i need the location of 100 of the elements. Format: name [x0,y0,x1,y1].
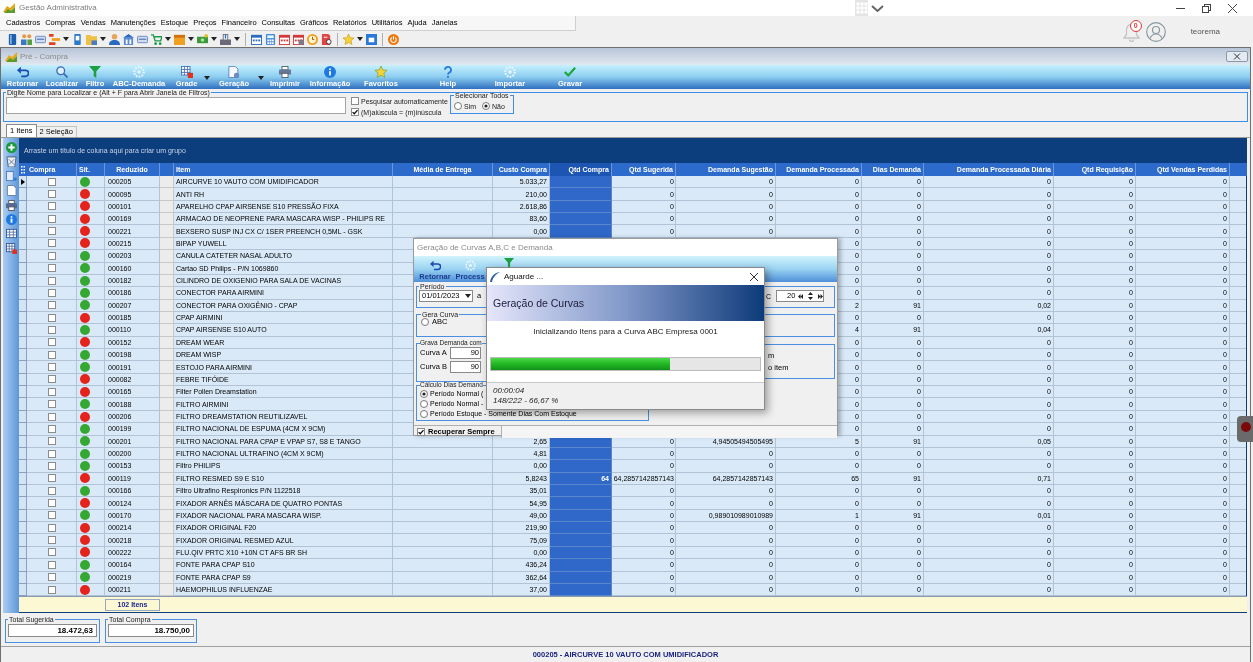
checkbox[interactable] [47,523,56,532]
list-icon[interactable] [49,33,60,45]
double-left-arrow-icon[interactable] [798,293,804,299]
card-icon[interactable] [35,33,46,45]
calendar-gear-icon[interactable] [293,33,304,45]
printer-icon[interactable] [5,199,17,211]
checkbox[interactable] [47,536,56,545]
radio-button[interactable] [420,409,428,418]
calendar-icon[interactable] [279,33,290,45]
checkbox[interactable] [417,428,425,436]
checkbox[interactable] [47,400,56,409]
checkbox[interactable] [47,449,56,458]
checkbox[interactable] [47,338,56,347]
building-icon[interactable] [123,33,134,45]
caret-icon[interactable] [100,37,106,41]
checkbox[interactable] [47,363,56,372]
document-icon[interactable] [5,185,17,197]
people-icon[interactable] [21,33,32,45]
trash-icon[interactable] [5,156,17,168]
copy-icon[interactable] [5,170,17,182]
caret-icon[interactable] [204,76,210,80]
column-chooser-icon[interactable] [19,163,27,176]
search-icon[interactable] [56,65,68,78]
close-icon[interactable] [1228,3,1237,13]
checkbox[interactable] [47,177,56,186]
checkbox[interactable] [47,227,56,236]
checkbox[interactable] [47,387,56,396]
help-icon[interactable] [442,65,454,78]
minimize-icon[interactable] [1176,7,1185,9]
filter-icon[interactable] [89,65,101,78]
checkbox[interactable] [47,474,56,483]
checkbox[interactable] [47,424,56,433]
card-icon[interactable] [137,33,148,45]
double-right-arrow-icon[interactable] [818,293,824,299]
checkbox[interactable] [47,486,56,495]
checkbox[interactable] [47,326,56,334]
clock-icon[interactable] [307,33,318,45]
checkbox[interactable] [47,499,56,507]
radio-button[interactable] [420,389,428,398]
table-icon[interactable] [5,242,17,254]
up-down-arrows-icon[interactable] [808,292,814,300]
book-icon[interactable] [7,33,18,45]
chevron-down-icon[interactable] [871,4,884,12]
tray-icon[interactable] [220,33,231,45]
checkbox[interactable] [47,548,56,557]
checkbox[interactable] [47,585,56,594]
checkbox[interactable] [47,239,56,248]
radio-button[interactable] [420,399,428,408]
dot-tab-icon[interactable] [1237,416,1253,442]
checkbox[interactable] [351,108,359,116]
return-arrow-icon[interactable] [429,259,441,271]
info-icon[interactable] [5,213,17,225]
document-gear-icon[interactable] [228,65,240,78]
bell-icon[interactable] [1122,22,1140,42]
radio-button[interactable] [454,102,462,110]
caret-icon[interactable] [165,37,171,41]
check-icon[interactable] [564,65,576,78]
search-field[interactable] [6,97,346,114]
calendar-icon[interactable] [251,33,262,45]
checkbox[interactable] [47,560,56,569]
user-name[interactable]: teorema [1190,27,1220,36]
checkbox[interactable] [47,461,56,470]
checkbox[interactable] [47,412,56,421]
checkbox[interactable] [47,190,56,199]
user-avatar-icon[interactable] [1145,21,1166,42]
device-icon[interactable] [72,33,83,45]
add-icon[interactable] [5,142,17,153]
star-icon[interactable] [343,33,354,45]
document-search-icon[interactable] [321,33,332,45]
caret-icon[interactable] [357,37,363,41]
calculator-icon[interactable] [265,33,276,45]
return-arrow-icon[interactable] [16,65,29,78]
checkbox[interactable] [351,97,359,105]
star-icon[interactable] [375,65,387,78]
checkbox[interactable] [47,313,56,322]
checkbox[interactable] [47,264,56,273]
window-icon[interactable] [366,33,377,45]
checkbox[interactable] [47,437,56,446]
caret-icon[interactable] [211,37,217,41]
checkbox[interactable] [47,288,56,297]
text-field[interactable] [500,426,837,438]
person-icon[interactable] [109,33,120,45]
radio-button[interactable] [482,102,491,110]
power-icon[interactable] [388,33,399,45]
restore-icon[interactable] [1202,3,1211,13]
close-icon[interactable] [750,272,758,281]
table-icon[interactable] [5,228,17,240]
checkbox[interactable] [47,375,56,384]
caret-icon[interactable] [258,76,264,80]
folder-icon[interactable] [86,33,97,45]
grid-icon[interactable] [180,65,193,78]
checkbox[interactable] [47,350,56,359]
printer-icon[interactable] [279,65,291,78]
checkbox[interactable] [47,202,56,211]
checkbox[interactable] [47,573,56,582]
caret-icon[interactable] [234,37,240,41]
checkbox[interactable] [47,301,56,310]
checkbox[interactable] [47,276,56,285]
checkbox[interactable] [47,214,56,223]
checkbox[interactable] [47,251,56,260]
